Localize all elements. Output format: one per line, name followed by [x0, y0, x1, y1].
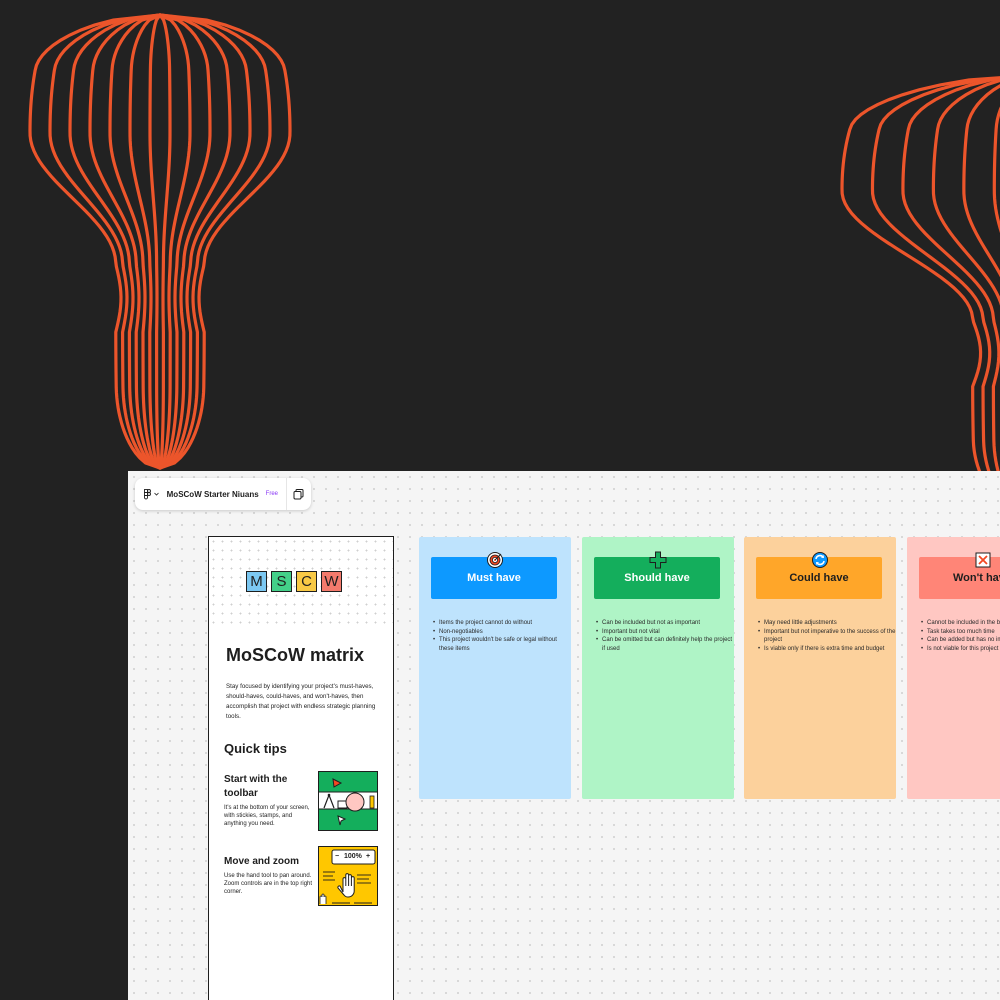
- bullet-item: Important but not vital: [596, 628, 736, 637]
- x-box-icon: [975, 552, 991, 568]
- bullet-item: Is not viable for this project: [921, 645, 1000, 654]
- bullet-item: Items the project cannot do without: [433, 619, 573, 628]
- plus-icon: [649, 551, 667, 569]
- bullet-item: Cannot be included in the budget: [921, 619, 1000, 628]
- letter-tile-m: M: [246, 571, 267, 592]
- figma-logo-icon: [144, 488, 151, 499]
- panel-title: MoSCoW matrix: [226, 645, 365, 665]
- bullet-item: Non-negotiables: [433, 628, 573, 637]
- must-have-column[interactable]: Must have Items the project cannot do wi…: [419, 537, 571, 799]
- letter-tile-c: C: [296, 571, 317, 592]
- letter-tile-s: S: [271, 571, 292, 592]
- left-line-bulb-illustration: [28, 13, 292, 470]
- template-info-panel[interactable]: M S C W MoSCoW matrix Stay focused by id…: [208, 536, 394, 1000]
- pages-button[interactable]: [287, 478, 311, 510]
- letter-tile-w: W: [321, 571, 342, 592]
- tip-toolbar-title: Start with the toolbar: [224, 774, 288, 799]
- chevron-down-icon: [154, 492, 159, 496]
- bullet-item: This project wouldn't be safe or legal w…: [433, 636, 573, 653]
- main-menu-button[interactable]: [144, 488, 164, 500]
- zoom-in-control: +: [366, 853, 371, 860]
- bullet-item: Task takes too much time: [921, 628, 1000, 637]
- quick-tips-heading: Quick tips: [224, 741, 287, 756]
- target-icon: [487, 552, 503, 568]
- figjam-board-canvas[interactable]: MoSCoW Starter Niuans Free M S C W MoSCo…: [128, 471, 1000, 1000]
- zoom-tip-illustration: − 100% +: [318, 846, 378, 906]
- toolbar-tip-illustration: [318, 771, 378, 831]
- tip-toolbar-description: It's at the bottom of your screen, with …: [224, 805, 310, 828]
- zoom-level-label: 100%: [344, 853, 362, 860]
- bullet-item: Can be included but not as important: [596, 619, 736, 628]
- pages-icon: [293, 488, 304, 499]
- tip-zoom-description: Use the hand tool to pan around. Zoom co…: [224, 873, 313, 896]
- bullet-item: Important but not imperative to the succ…: [758, 628, 898, 645]
- wont-have-items: Cannot be included in the budgetTask tak…: [915, 619, 1000, 654]
- bullet-item: Can be added but has no impact: [921, 636, 1000, 645]
- wont-have-column[interactable]: Won't have Cannot be included in the bud…: [907, 537, 1000, 799]
- refresh-icon: [812, 552, 828, 568]
- file-name[interactable]: MoSCoW Starter Niuans: [167, 490, 259, 499]
- right-line-bulb-illustration: [840, 76, 1000, 505]
- bullet-item: May need little adjustments: [758, 619, 898, 628]
- file-toolbar: MoSCoW Starter Niuans Free: [135, 478, 311, 510]
- tip-zoom-title: Move and zoom: [224, 856, 300, 867]
- must-have-items: Items the project cannot do withoutNon-n…: [427, 619, 573, 654]
- zoom-out-control: −: [335, 853, 340, 860]
- should-have-items: Can be included but not as importantImpo…: [590, 619, 736, 654]
- bullet-item: Is viable only if there is extra time an…: [758, 645, 898, 654]
- should-have-column[interactable]: Should have Can be included but not as i…: [582, 537, 734, 799]
- could-have-items: May need little adjustmentsImportant but…: [752, 619, 898, 654]
- panel-description: Stay focused by identifying your project…: [226, 683, 376, 720]
- could-have-column[interactable]: Could have May need little adjustmentsIm…: [744, 537, 896, 799]
- bullet-item: Can be omitted but can definitely help t…: [596, 636, 736, 653]
- moscow-letter-tiles: M S C W: [246, 571, 342, 592]
- plan-badge: Free: [265, 491, 278, 497]
